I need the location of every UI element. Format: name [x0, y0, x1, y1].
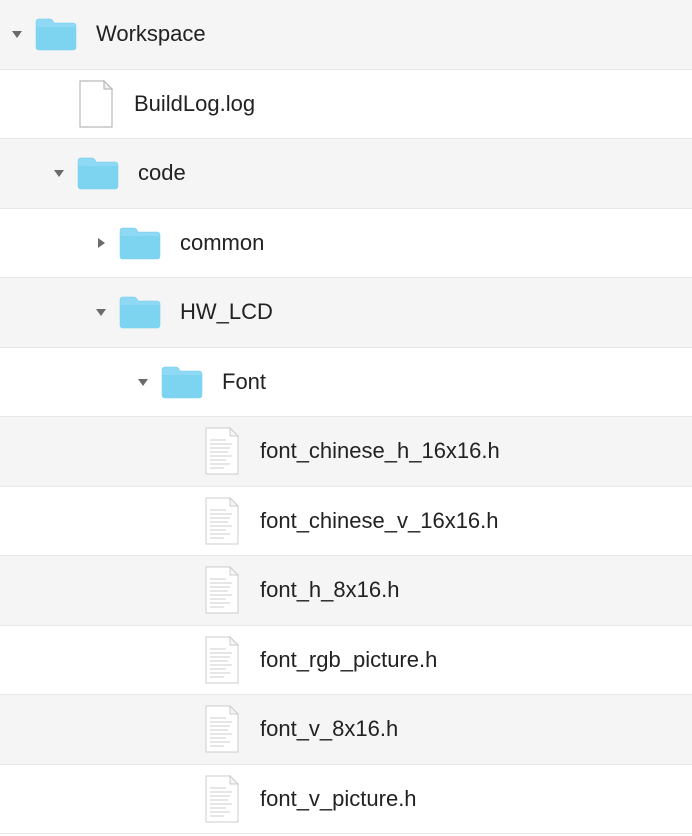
tree-item-label: font_chinese_v_16x16.h — [260, 508, 499, 534]
folder-icon — [34, 16, 78, 52]
tree-item-label: code — [138, 160, 186, 186]
header-file-icon — [202, 635, 242, 685]
tree-item-label: font_v_8x16.h — [260, 716, 398, 742]
tree-item-label: Font — [222, 369, 266, 395]
file-tree: Workspace BuildLog.log code common HW_LC… — [0, 0, 692, 834]
header-file-icon — [202, 565, 242, 615]
header-file-icon — [202, 774, 242, 824]
tree-row[interactable]: code — [0, 139, 692, 209]
tree-row[interactable]: Workspace — [0, 0, 692, 70]
tree-row[interactable]: Font — [0, 348, 692, 418]
folder-icon — [160, 364, 204, 400]
tree-row[interactable]: font_h_8x16.h — [0, 556, 692, 626]
tree-item-label: font_chinese_h_16x16.h — [260, 438, 500, 464]
chevron-down-icon[interactable] — [50, 164, 68, 182]
header-file-icon — [202, 704, 242, 754]
tree-row[interactable]: HW_LCD — [0, 278, 692, 348]
tree-row[interactable]: font_chinese_v_16x16.h — [0, 487, 692, 557]
file-icon — [76, 79, 116, 129]
tree-item-label: HW_LCD — [180, 299, 273, 325]
chevron-down-icon[interactable] — [134, 373, 152, 391]
folder-icon — [76, 155, 120, 191]
tree-item-label: common — [180, 230, 264, 256]
tree-item-label: BuildLog.log — [134, 91, 255, 117]
tree-item-label: font_v_picture.h — [260, 786, 417, 812]
chevron-right-icon[interactable] — [92, 234, 110, 252]
tree-row[interactable]: font_v_8x16.h — [0, 695, 692, 765]
tree-item-label: Workspace — [96, 21, 206, 47]
chevron-down-icon[interactable] — [92, 303, 110, 321]
header-file-icon — [202, 426, 242, 476]
tree-row[interactable]: font_chinese_h_16x16.h — [0, 417, 692, 487]
tree-item-label: font_rgb_picture.h — [260, 647, 437, 673]
folder-icon — [118, 294, 162, 330]
tree-row[interactable]: font_rgb_picture.h — [0, 626, 692, 696]
header-file-icon — [202, 496, 242, 546]
folder-icon — [118, 225, 162, 261]
tree-row[interactable]: common — [0, 209, 692, 279]
tree-row[interactable]: BuildLog.log — [0, 70, 692, 140]
chevron-down-icon[interactable] — [8, 25, 26, 43]
tree-item-label: font_h_8x16.h — [260, 577, 399, 603]
tree-row[interactable]: font_v_picture.h — [0, 765, 692, 835]
